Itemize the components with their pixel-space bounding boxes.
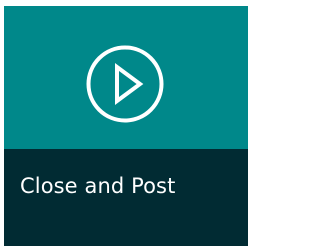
close-and-post-button[interactable]: Close and Post (4, 6, 248, 246)
tile-label: Close and Post (20, 174, 176, 198)
tile-label-area: Close and Post (4, 149, 248, 246)
tile-icon-area (4, 6, 248, 149)
play-circle-icon (86, 45, 164, 123)
